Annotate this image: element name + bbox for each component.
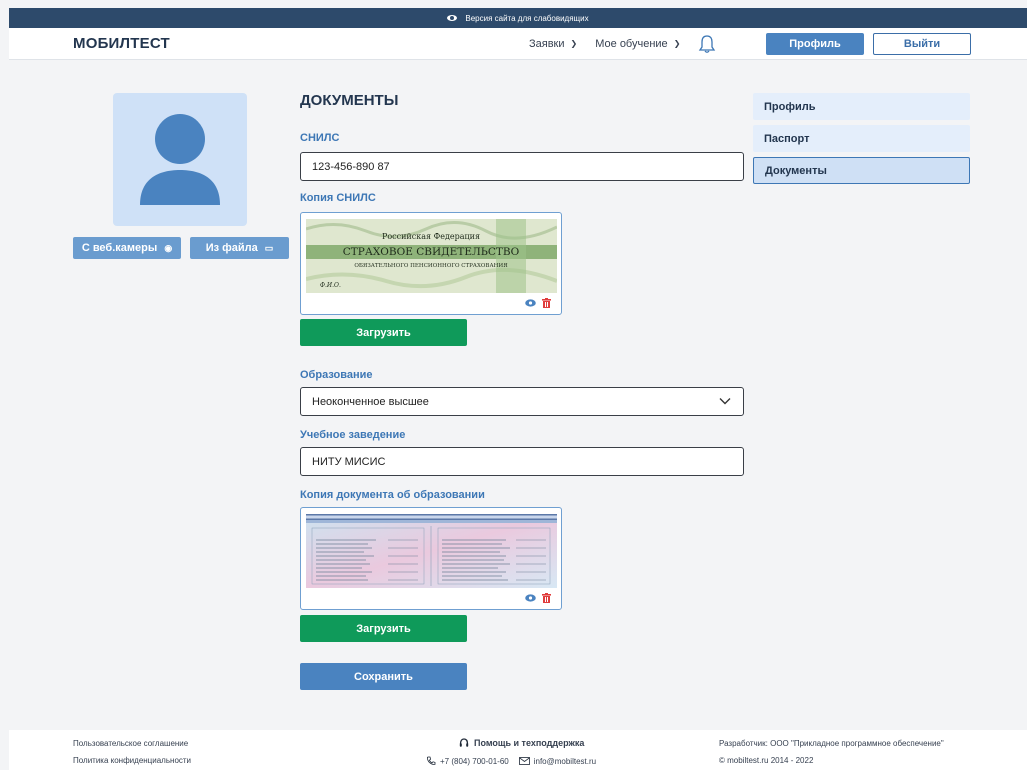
phone-link[interactable]: +7 (804) 700-01-60	[426, 756, 509, 766]
snils-label: СНИЛС	[300, 132, 340, 144]
snils-card-line4: Ф.И.О.	[320, 282, 341, 289]
accessibility-link[interactable]: Версия сайта для слабовидящих	[465, 14, 588, 23]
email-address: info@mobiltest.ru	[533, 756, 597, 766]
sidebar-item-passport[interactable]: Паспорт	[753, 125, 970, 152]
nav-applications-label: Заявки	[529, 37, 565, 50]
nav-my-learning[interactable]: Мое обучение ❯	[595, 38, 680, 50]
chevron-down-icon: ❯	[570, 39, 578, 48]
education-select[interactable]: Неоконченное высшее	[300, 387, 744, 416]
agreement-link[interactable]: Пользовательское соглашение	[73, 739, 188, 748]
file-photo-button[interactable]: Из файла ▭	[190, 237, 289, 259]
page-title: ДОКУМЕНТЫ	[300, 92, 399, 109]
diploma-scan-image[interactable]	[306, 514, 557, 588]
nav-applications[interactable]: Заявки ❯	[529, 38, 577, 50]
profile-sidebar: Профиль Паспорт Документы	[753, 93, 970, 189]
chevron-down-icon: ❯	[673, 39, 681, 48]
upload-education-button[interactable]: Загрузить	[300, 615, 467, 642]
sidebar-item-profile[interactable]: Профиль	[753, 93, 970, 120]
eye-icon	[447, 15, 458, 21]
copyright: © mobiltest.ru 2014 - 2022	[719, 756, 814, 765]
help-link[interactable]: Помощь и техподдержка	[459, 738, 584, 748]
help-label: Помощь и техподдержка	[474, 738, 585, 748]
snils-card-line1: Российская Федерация	[382, 232, 480, 241]
snils-card-line3: ОБЯЗАТЕЛЬНОГО ПЕНСИОННОГО СТРАХОВАНИЯ	[354, 263, 508, 269]
nav-my-learning-label: Мое обучение	[595, 37, 668, 50]
camera-icon: ◉	[164, 243, 173, 253]
folder-icon: ▭	[264, 243, 274, 253]
trash-icon[interactable]	[542, 593, 551, 603]
sidebar-item-documents[interactable]: Документы	[753, 157, 970, 184]
snils-input[interactable]: 123-456-890 87	[300, 152, 744, 181]
documents-form: ДОКУМЕНТЫ СНИЛС 123-456-890 87 Копия СНИ…	[300, 92, 744, 690]
main-nav: Заявки ❯ Мое обучение ❯	[529, 34, 716, 54]
education-select-value: Неоконченное высшее	[312, 395, 429, 408]
webcam-photo-label: С веб.камеры	[81, 242, 158, 254]
privacy-link[interactable]: Политика конфиденциальности	[73, 756, 191, 765]
profile-button[interactable]: Профиль	[766, 32, 864, 55]
footer: Пользовательское соглашение Политика кон…	[9, 730, 1027, 770]
headset-icon	[459, 738, 469, 747]
webcam-photo-button[interactable]: С веб.камеры ◉	[73, 237, 181, 259]
developer-info: Разработчик: ООО "Прикладное программное…	[719, 739, 944, 748]
bell-icon[interactable]	[698, 34, 716, 54]
snils-copy-label: Копия СНИЛС	[300, 192, 376, 204]
footer-contacts: +7 (804) 700-01-60 info@mobiltest.ru	[426, 756, 596, 766]
file-photo-label: Из файла	[205, 242, 258, 254]
email-link[interactable]: info@mobiltest.ru	[518, 756, 597, 766]
eye-icon[interactable]	[525, 299, 536, 307]
user-silhouette-icon	[140, 114, 220, 205]
eye-icon[interactable]	[525, 594, 536, 602]
institution-input[interactable]: НИТУ МИСИС	[300, 447, 744, 476]
education-label: Образование	[300, 369, 373, 381]
save-button[interactable]: Сохранить	[300, 663, 467, 690]
phone-number: +7 (804) 700-01-60	[440, 756, 509, 766]
edu-copy-actions	[525, 593, 551, 603]
snils-card-line2: СТРАХОВОЕ СВИДЕТЕЛЬСТВО	[343, 246, 520, 258]
snils-copy-actions	[525, 298, 551, 308]
phone-icon	[426, 756, 436, 765]
avatar-placeholder	[113, 93, 247, 226]
top-header: МОБИЛТЕСТ Заявки ❯ Мое обучение ❯ Профил…	[9, 28, 1027, 60]
snils-scan-image[interactable]: Российская Федерация СТРАХОВОЕ СВИДЕТЕЛЬ…	[306, 219, 557, 293]
chevron-down-icon	[719, 398, 731, 405]
page: Версия сайта для слабовидящих МОБИЛТЕСТ …	[9, 8, 1027, 770]
institution-label: Учебное заведение	[300, 429, 406, 441]
logo[interactable]: МОБИЛТЕСТ	[73, 35, 170, 52]
trash-icon[interactable]	[542, 298, 551, 308]
accessibility-bar[interactable]: Версия сайта для слабовидящих	[9, 8, 1027, 28]
edu-copy-label: Копия документа об образовании	[300, 489, 485, 501]
upload-snils-button[interactable]: Загрузить	[300, 319, 467, 346]
snils-copy-card: Российская Федерация СТРАХОВОЕ СВИДЕТЕЛЬ…	[300, 212, 562, 315]
edu-copy-card	[300, 507, 562, 610]
logout-button[interactable]: Выйти	[873, 32, 971, 55]
mail-icon	[518, 757, 530, 765]
